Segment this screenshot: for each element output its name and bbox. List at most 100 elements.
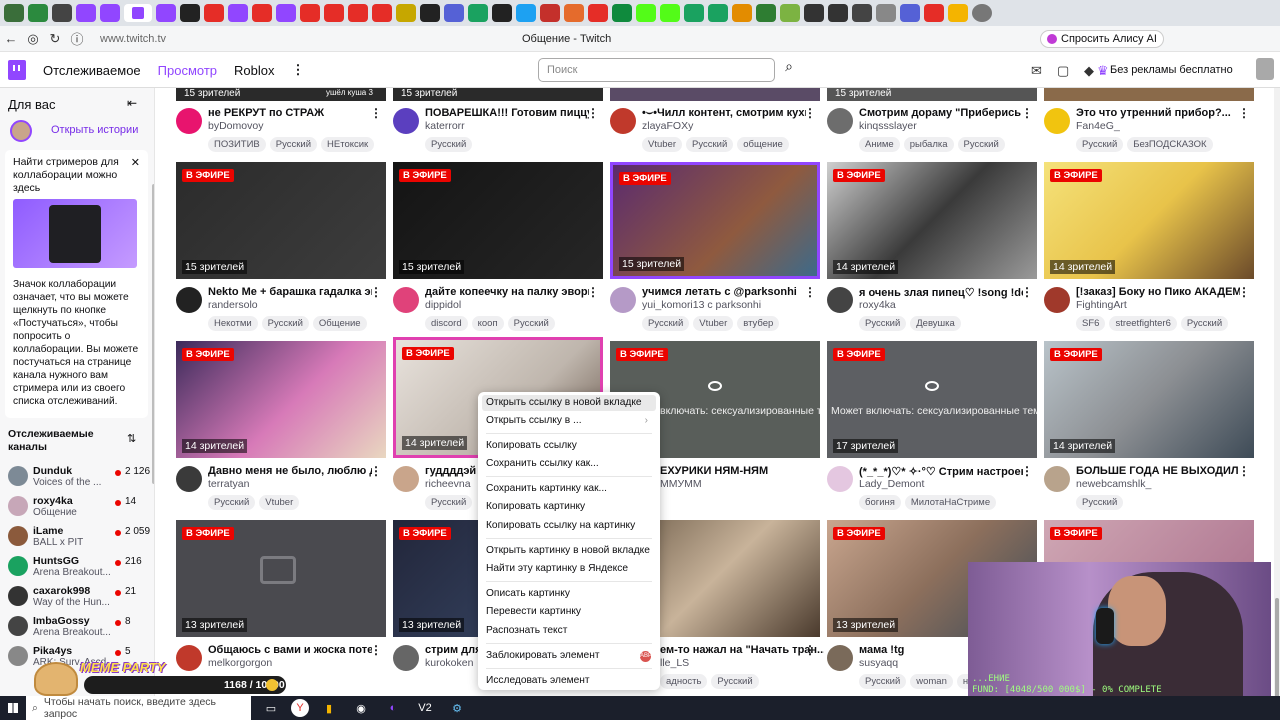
- stream-title[interactable]: я очень злая пипец♡ !song !donate: [859, 286, 1023, 299]
- stream-title[interactable]: БОЛЬШЕ ГОДА НЕ ВЫХОДИЛ ИЗ ...: [1076, 465, 1240, 477]
- tab-icon[interactable]: [804, 4, 824, 22]
- tab-icon[interactable]: [708, 4, 728, 22]
- tag[interactable]: woman: [910, 674, 953, 689]
- tag[interactable]: кооп: [471, 316, 504, 331]
- channel-name[interactable]: randersolo: [208, 299, 378, 311]
- more-icon[interactable]: ⋮: [292, 62, 305, 78]
- tag[interactable]: Русский: [269, 137, 318, 152]
- tab-icon[interactable]: [660, 4, 680, 22]
- tab-icon[interactable]: [948, 4, 968, 22]
- nav-browse[interactable]: Просмотр: [158, 63, 217, 78]
- tab-icon[interactable]: [516, 4, 536, 22]
- stream-thumbnail[interactable]: В ЭФИРЕ 14 зрителей: [1044, 162, 1254, 279]
- tab-icon[interactable]: [252, 4, 272, 22]
- tab-icon[interactable]: [540, 4, 560, 22]
- channel-name[interactable]: kinqssslayer: [859, 120, 1029, 132]
- app-icon[interactable]: ◐: [381, 696, 405, 720]
- more-options-icon[interactable]: ⋮: [587, 106, 599, 120]
- task-view-icon[interactable]: ▭: [259, 696, 283, 720]
- menu-block-element[interactable]: Заблокировать элемент: [486, 648, 654, 664]
- sidebar-scrollbar[interactable]: [152, 184, 154, 484]
- stream-card-meta[interactable]: (*_*_*)♡* ✧·°♡ Стрим настроек... Lady_De…: [827, 464, 1037, 526]
- protect-icon[interactable]: ◎: [22, 31, 44, 47]
- sort-icon[interactable]: ⇅: [127, 432, 136, 445]
- tag[interactable]: Русский: [711, 674, 759, 689]
- search-icon[interactable]: ⌕: [778, 58, 800, 82]
- tag[interactable]: Девушка: [910, 316, 961, 331]
- tab-icon[interactable]: [684, 4, 704, 22]
- menu-inspect-element[interactable]: Исследовать элемент: [486, 673, 654, 689]
- tab-icon[interactable]: [4, 4, 24, 22]
- tag[interactable]: streetfighter6: [1109, 316, 1177, 331]
- more-options-icon[interactable]: ⋮: [1238, 285, 1250, 299]
- stream-title[interactable]: (*_*_*)♡* ✧·°♡ Стрим настроек...: [859, 465, 1023, 478]
- stream-card-meta[interactable]: не РЕКРУТ по СТРАЖ byDomovoy ⋮ ПОЗИТИВ Р…: [176, 106, 386, 168]
- channel-name[interactable]: Lady_Demont: [859, 478, 1029, 490]
- nav-following[interactable]: Отслеживаемое: [43, 63, 141, 78]
- stream-card-meta[interactable]: я очень злая пипец♡ !song !donate roxy4k…: [827, 285, 1037, 347]
- channel-name[interactable]: lle_LS: [660, 657, 830, 669]
- stream-title[interactable]: ЕХУРИКИ НЯМ-НЯМ: [660, 465, 824, 477]
- more-options-icon[interactable]: ⋮: [1238, 106, 1250, 120]
- tab-icon[interactable]: [852, 4, 872, 22]
- nav-roblox[interactable]: Roblox: [234, 63, 274, 78]
- yandex-browser-icon[interactable]: Y: [291, 699, 309, 717]
- tab-icon[interactable]: [900, 4, 920, 22]
- twitch-logo-icon[interactable]: [8, 60, 26, 80]
- tab-icon[interactable]: [468, 4, 488, 22]
- app-v2-icon[interactable]: V2: [413, 696, 437, 720]
- tab-icon[interactable]: [100, 4, 120, 22]
- stream-title[interactable]: дайте копеечку на палку эвори ...: [425, 286, 589, 298]
- stream-card-meta[interactable]: [!заказ] Боку но Пико АКАДЕМИ... Fightin…: [1044, 285, 1254, 347]
- stream-card-meta[interactable]: Это что утренний прибор?... Fan4eG_ ⋮ Ру…: [1044, 106, 1254, 168]
- tag[interactable]: Vtuber: [642, 137, 682, 152]
- tag[interactable]: БезПОДСКАЗОК: [1127, 137, 1213, 152]
- whispers-icon[interactable]: ▢: [1057, 63, 1069, 79]
- tag[interactable]: МилотаНаСтриме: [904, 495, 997, 510]
- channel-name[interactable]: FightingArt: [1076, 299, 1246, 311]
- tab-icon[interactable]: [156, 4, 176, 22]
- inbox-icon[interactable]: ✉: [1031, 63, 1042, 79]
- stream-thumbnail[interactable]: В ЭФИРЕ 13 зрителей: [176, 520, 386, 637]
- more-options-icon[interactable]: ⋮: [370, 464, 382, 478]
- tag[interactable]: Русский: [425, 137, 473, 152]
- tab-icon[interactable]: [612, 4, 632, 22]
- tab-icon[interactable]: [876, 4, 896, 22]
- more-options-icon[interactable]: ⋮: [1021, 106, 1033, 120]
- tag[interactable]: Русский: [261, 316, 309, 331]
- tag[interactable]: общение: [737, 137, 789, 152]
- stream-title[interactable]: ем-то нажал на "Начать тран...: [660, 644, 824, 656]
- tab-icon[interactable]: [300, 4, 320, 22]
- menu-save-image-as[interactable]: Сохранить картинку как...: [486, 481, 654, 497]
- tag[interactable]: Русский: [859, 316, 907, 331]
- stream-card-meta[interactable]: учимся летать с @parksonhi yui_komori13 …: [610, 285, 820, 347]
- channel-name[interactable]: katerrorr: [425, 120, 595, 132]
- channel-name[interactable]: ММУММ: [660, 478, 830, 490]
- stream-thumbnail[interactable]: В ЭФИРЕ Может включать: сексуализированн…: [827, 341, 1037, 458]
- page-scrollbar[interactable]: [1274, 88, 1280, 718]
- menu-open-image-new-tab[interactable]: Открыть картинку в новой вкладке: [486, 543, 654, 559]
- stream-thumbnail[interactable]: 15 зрителей ушёл куша 3: [176, 88, 386, 101]
- tag[interactable]: Русский: [208, 495, 256, 510]
- tab-icon[interactable]: [756, 4, 776, 22]
- stream-title[interactable]: Это что утренний прибор?...: [1076, 107, 1240, 119]
- new-tab-icon[interactable]: [972, 4, 992, 22]
- tag[interactable]: Общение: [312, 316, 367, 331]
- stories-avatar[interactable]: [10, 120, 32, 142]
- tag[interactable]: Русский: [1076, 137, 1124, 152]
- tab-icon[interactable]: [204, 4, 224, 22]
- stream-thumbnail[interactable]: 15 зрителей: [827, 88, 1037, 101]
- menu-save-link-as[interactable]: Сохранить ссылку как...: [486, 456, 654, 472]
- tag[interactable]: Русский: [859, 674, 907, 689]
- stream-thumbnail[interactable]: В ЭФИРЕ 15 зрителей: [610, 162, 820, 279]
- stream-title[interactable]: не РЕКРУТ по СТРАЖ: [208, 107, 372, 119]
- url-field[interactable]: www.twitch.tv: [100, 33, 166, 45]
- menu-copy-image[interactable]: Копировать картинку: [486, 499, 654, 515]
- tag[interactable]: НЕтоксик: [321, 137, 375, 152]
- followed-channel[interactable]: HuntsGG Arena Breakout... 216: [8, 554, 152, 584]
- channel-name[interactable]: Fan4eG_: [1076, 120, 1246, 132]
- tab-icon[interactable]: [372, 4, 392, 22]
- stream-thumbnail[interactable]: В ЭФИРЕ 14 зрителей: [1044, 341, 1254, 458]
- menu-open-link-in[interactable]: Открыть ссылку в ... ›: [486, 413, 654, 429]
- more-options-icon[interactable]: ⋮: [370, 285, 382, 299]
